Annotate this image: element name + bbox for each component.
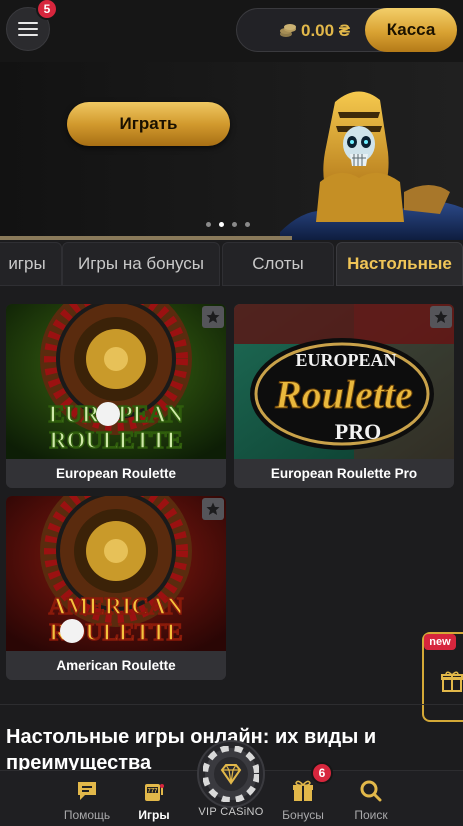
- game-title: American Roulette: [6, 651, 226, 680]
- chat-bubble-icon: [78, 782, 96, 800]
- section-divider: [0, 704, 463, 705]
- svg-text:777: 777: [147, 789, 158, 795]
- balance-box: 0.00 ₴ Касса: [236, 8, 457, 52]
- nav-games-label: Игры: [138, 808, 170, 822]
- favorite-star-button[interactable]: [430, 306, 452, 328]
- nav-search[interactable]: Поиск: [336, 771, 406, 826]
- game-card-european-roulette-pro[interactable]: EUROPEAN Roulette PRO European Roulette …: [234, 304, 454, 488]
- pharaoh-skeleton-art: [280, 91, 463, 240]
- game-art-title-line3: PRO: [335, 419, 381, 444]
- european-roulette-thumbnail: EUROPEAN ROULETTE: [6, 304, 226, 459]
- hamburger-icon: [18, 22, 38, 36]
- promo-banner[interactable]: Играть: [0, 62, 463, 240]
- game-card-american-roulette[interactable]: AMERICAN ROULETTE American Roulette: [6, 496, 226, 680]
- slider-dots: [206, 222, 250, 227]
- game-art-title-line1: EUROPEAN: [295, 350, 396, 370]
- nav-bonuses-label: Бонусы: [282, 808, 324, 822]
- search-icon: [360, 780, 382, 802]
- nav-search-label: Поиск: [354, 808, 388, 822]
- category-tabs: игры Игры на бонусы Слоты Настольные: [0, 240, 463, 288]
- european-roulette-pro-thumbnail: EUROPEAN Roulette PRO: [234, 304, 454, 459]
- star-icon: [206, 310, 220, 323]
- bonuses-notification-badge: 6: [311, 762, 333, 784]
- american-roulette-thumbnail: AMERICAN ROULETTE: [6, 496, 226, 651]
- new-badge: new: [424, 634, 456, 650]
- play-button[interactable]: Играть: [67, 102, 230, 146]
- game-art-title-line1: AMERICAN: [49, 594, 184, 620]
- star-icon: [434, 310, 448, 323]
- poker-chip-diamond-icon: [203, 746, 259, 802]
- tab-bonus-games[interactable]: Игры на бонусы: [62, 242, 220, 286]
- top-header: 5 0.00 ₴ Касса: [0, 0, 463, 62]
- tab-slots[interactable]: Слоты: [222, 242, 334, 286]
- menu-notification-badge: 5: [36, 0, 58, 20]
- vip-casino-label: VIP CASiNO: [198, 806, 264, 818]
- game-art-title-line2: Roulette: [274, 372, 413, 417]
- favorite-star-button[interactable]: [202, 498, 224, 520]
- slot-machine-icon: 777: [145, 784, 164, 801]
- slider-dot[interactable]: [232, 222, 237, 227]
- new-gift-side-tab[interactable]: new: [422, 632, 463, 722]
- game-title: European Roulette Pro: [234, 459, 454, 488]
- star-icon: [206, 502, 220, 515]
- tab-table-games[interactable]: Настольные: [336, 242, 463, 286]
- game-card-european-roulette[interactable]: EUROPEAN ROULETTE European Roulette: [6, 304, 226, 488]
- balance-value: 0.00 ₴: [301, 21, 351, 40]
- slider-dot[interactable]: [245, 222, 250, 227]
- tab-games[interactable]: игры: [0, 242, 62, 286]
- slider-dot[interactable]: [206, 222, 211, 227]
- slider-dot-active[interactable]: [219, 222, 224, 227]
- coins-icon: [280, 24, 296, 37]
- game-art-title-line2: ROULETTE: [49, 428, 182, 454]
- kassa-button[interactable]: Касса: [365, 8, 457, 52]
- favorite-star-button[interactable]: [202, 306, 224, 328]
- vip-casino-button[interactable]: [197, 740, 265, 808]
- game-title: European Roulette: [6, 459, 226, 488]
- gift-icon: [293, 780, 313, 801]
- nav-games[interactable]: 777 Игры: [119, 771, 189, 826]
- nav-help-label: Помощь: [63, 808, 111, 822]
- gift-icon: [441, 671, 463, 692]
- nav-help[interactable]: Помощь: [52, 771, 122, 826]
